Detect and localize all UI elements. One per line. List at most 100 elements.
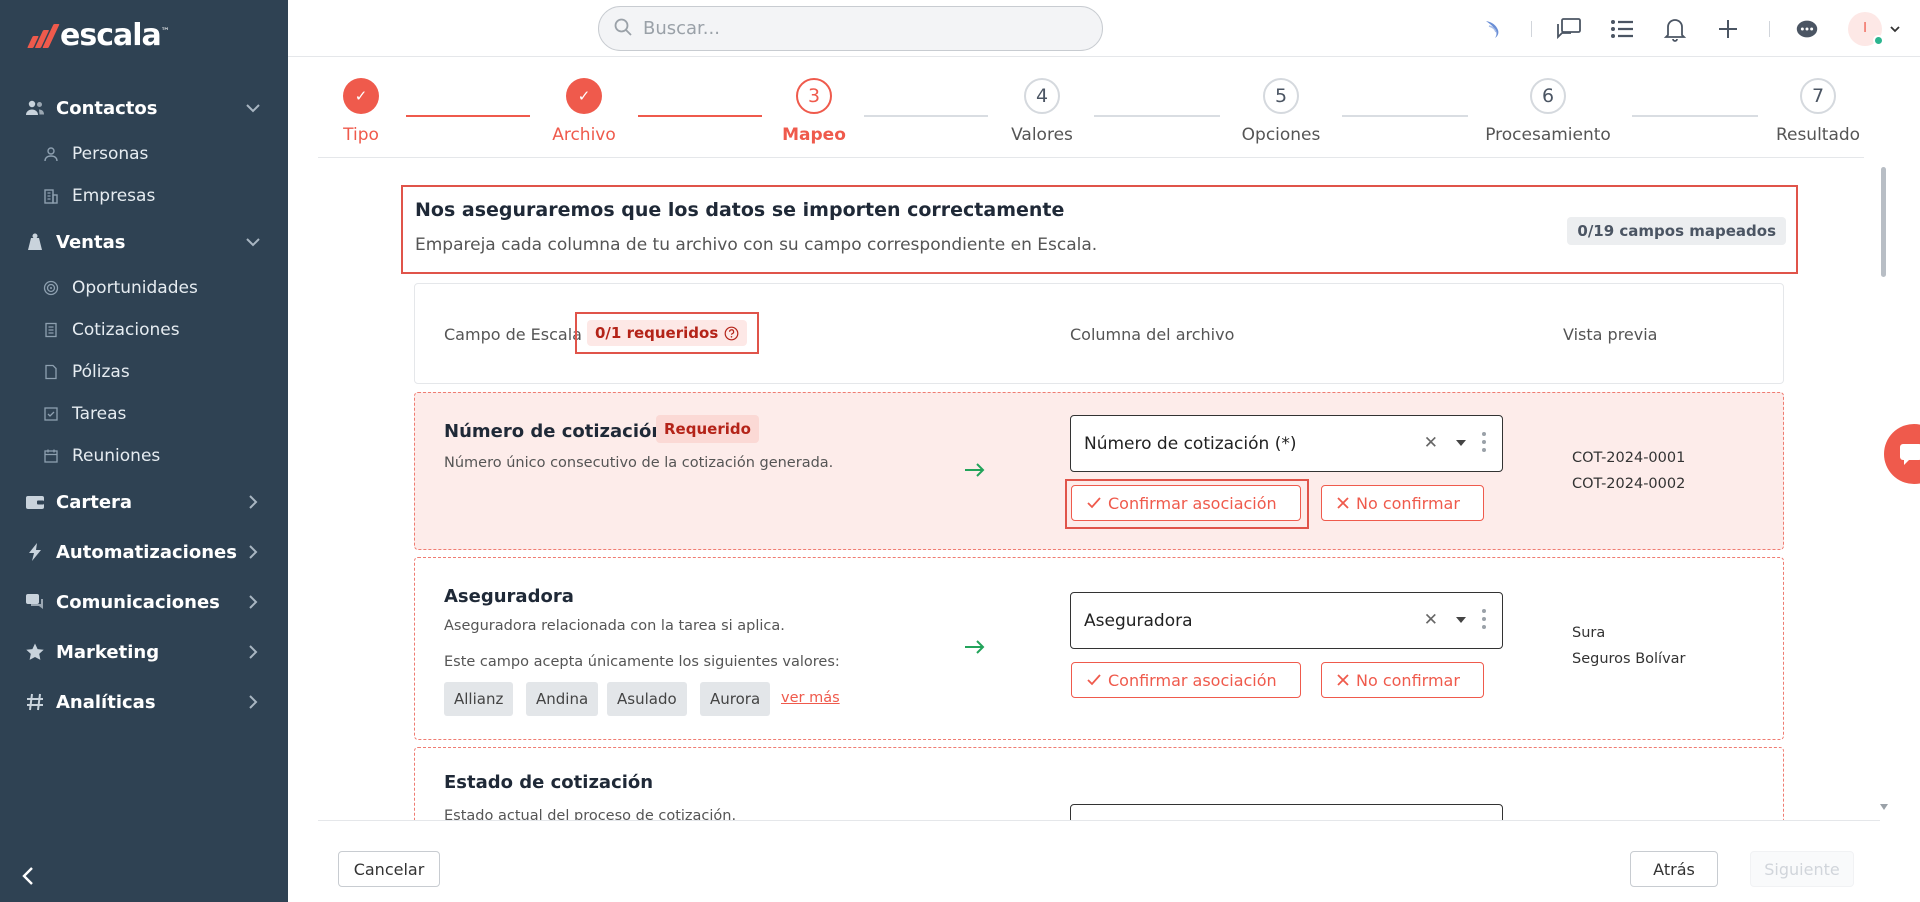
chevron-right-icon	[244, 643, 262, 661]
sidebar-item-cartera[interactable]: Cartera	[0, 477, 288, 527]
collapse-sidebar-icon[interactable]	[18, 864, 38, 888]
preview-value: COT-2024-0001	[1572, 450, 1686, 466]
back-button[interactable]: Atrás	[1630, 851, 1718, 887]
column-select-value: Aseguradora	[1084, 610, 1193, 631]
mapping-intro: Nos aseguraremos que los datos se import…	[401, 185, 1798, 274]
wizard-footer: Cancelar Atrás Siguiente	[318, 820, 1880, 902]
support-icon[interactable]	[1794, 16, 1820, 42]
clear-icon[interactable]: ✕	[1424, 433, 1438, 453]
cancel-button[interactable]: Cancelar	[338, 851, 440, 887]
mapping-row: Estado de cotización Estado actual del p…	[414, 747, 1784, 820]
bell-icon[interactable]	[1662, 16, 1688, 42]
sidebar-item-label: Ventas	[56, 231, 126, 253]
sidebar-item-automatizaciones[interactable]: Automatizaciones	[0, 527, 288, 577]
confirm-button[interactable]: Confirmar asociación	[1071, 662, 1301, 698]
accepted-values-hint: Este campo acepta únicamente los siguien…	[444, 654, 840, 670]
sidebar-item-empresas[interactable]: Empresas	[0, 175, 288, 217]
document-icon	[42, 321, 60, 339]
required-count-highlight: 0/1 requeridos	[575, 312, 760, 354]
chat-widget-button[interactable]	[1884, 424, 1920, 484]
step-mapeo[interactable]: 3 Mapeo	[782, 78, 846, 145]
next-button[interactable]: Siguiente	[1750, 851, 1854, 887]
step-connector	[1342, 115, 1468, 117]
wing-logo-icon[interactable]	[1481, 16, 1507, 42]
value-chip: Andina	[526, 682, 599, 716]
sidebar-item-contactos[interactable]: Contactos	[0, 83, 288, 133]
step-number: 7	[1800, 78, 1836, 114]
ver-mas-link[interactable]: ver más	[781, 690, 840, 706]
step-connector	[864, 115, 988, 117]
column-select[interactable]	[1070, 804, 1503, 820]
step-label: Opciones	[1241, 125, 1321, 145]
scrollbar-thumb[interactable]	[1881, 167, 1886, 277]
value-chip: Allianz	[444, 682, 514, 716]
step-valores: 4 Valores	[1011, 78, 1073, 145]
drag-handle-icon[interactable]	[1482, 609, 1486, 629]
sidebar-item-label: Comunicaciones	[56, 591, 220, 613]
step-label: Procesamiento	[1485, 125, 1611, 145]
sidebar-item-marketing[interactable]: Marketing	[0, 627, 288, 677]
online-status-dot	[1873, 34, 1884, 46]
chat-bubble-icon	[1900, 444, 1920, 465]
preview-value: Sura	[1572, 625, 1606, 641]
chevron-down-icon[interactable]	[1888, 16, 1902, 42]
intro-subtitle: Empareja cada columna de tu archivo con …	[415, 235, 1098, 255]
scrollbar[interactable]	[1880, 165, 1888, 810]
chevron-down-icon	[244, 233, 262, 251]
divider	[1769, 20, 1770, 37]
escala-logo[interactable]: escala™	[27, 18, 170, 53]
sidebar-item-personas[interactable]: Personas	[0, 133, 288, 175]
sidebar-item-label: Analíticas	[56, 691, 156, 713]
avatar-initial: I	[1863, 21, 1867, 36]
sidebar-item-ventas[interactable]: Ventas	[0, 217, 288, 267]
step-connector	[638, 115, 762, 117]
sidebar-item-oportunidades[interactable]: Oportunidades	[0, 267, 288, 309]
preview-value: COT-2024-0002	[1572, 476, 1686, 492]
sidebar-item-analiticas[interactable]: Analíticas	[0, 677, 288, 727]
reject-button[interactable]: No confirmar	[1321, 485, 1484, 521]
sidebar-item-tareas[interactable]: Tareas	[0, 393, 288, 435]
sidebar-item-label: Pólizas	[72, 362, 130, 382]
checkbox-icon	[42, 405, 60, 423]
sidebar-item-reuniones[interactable]: Reuniones	[0, 435, 288, 477]
clear-icon[interactable]: ✕	[1424, 610, 1438, 630]
sidebar-item-label: Personas	[72, 144, 149, 164]
plus-icon[interactable]	[1715, 16, 1741, 42]
dropdown-caret-icon[interactable]	[1456, 617, 1466, 623]
scroll-down-icon[interactable]	[1880, 804, 1888, 810]
mapped-count-badge: 0/19 campos mapeados	[1567, 217, 1786, 245]
step-connector	[406, 115, 530, 117]
sidebar-item-cotizaciones[interactable]: Cotizaciones	[0, 309, 288, 351]
sidebar-item-polizas[interactable]: Pólizas	[0, 351, 288, 393]
check-icon: ✓	[343, 78, 379, 114]
search-input[interactable]	[643, 18, 1063, 39]
step-archivo[interactable]: ✓ Archivo	[552, 78, 616, 145]
field-name: Número de cotización	[444, 421, 665, 442]
field-name: Aseguradora	[444, 586, 574, 607]
wallet-icon	[24, 491, 46, 513]
building-icon	[42, 187, 60, 205]
messages-icon[interactable]	[1556, 16, 1582, 42]
contacts-icon	[24, 97, 46, 119]
confirm-button[interactable]: Confirmar asociación	[1071, 485, 1301, 521]
dropdown-caret-icon[interactable]	[1456, 440, 1466, 446]
search-bar[interactable]	[598, 6, 1103, 51]
avatar[interactable]: I	[1848, 11, 1884, 46]
close-icon	[1337, 497, 1349, 509]
column-select[interactable]: Aseguradora ✕	[1070, 592, 1503, 649]
sidebar-item-label: Reuniones	[72, 446, 161, 466]
column-select[interactable]: Número de cotización (*) ✕	[1070, 415, 1503, 472]
sales-icon	[24, 231, 46, 253]
list-icon[interactable]	[1609, 16, 1635, 42]
preview-values: COT-2024-0001 COT-2024-0002	[1572, 445, 1685, 497]
required-count-label: 0/1 requeridos	[595, 324, 719, 342]
step-tipo[interactable]: ✓ Tipo	[343, 78, 379, 145]
sidebar-item-label: Oportunidades	[72, 278, 198, 298]
required-count-badge[interactable]: 0/1 requeridos	[587, 320, 748, 346]
reject-button[interactable]: No confirmar	[1321, 662, 1484, 698]
drag-handle-icon[interactable]	[1482, 432, 1486, 452]
step-connector	[1094, 115, 1220, 117]
step-resultado: 7 Resultado	[1776, 78, 1860, 145]
sidebar-item-comunicaciones[interactable]: Comunicaciones	[0, 577, 288, 627]
sidebar-item-label: Cartera	[56, 491, 133, 513]
